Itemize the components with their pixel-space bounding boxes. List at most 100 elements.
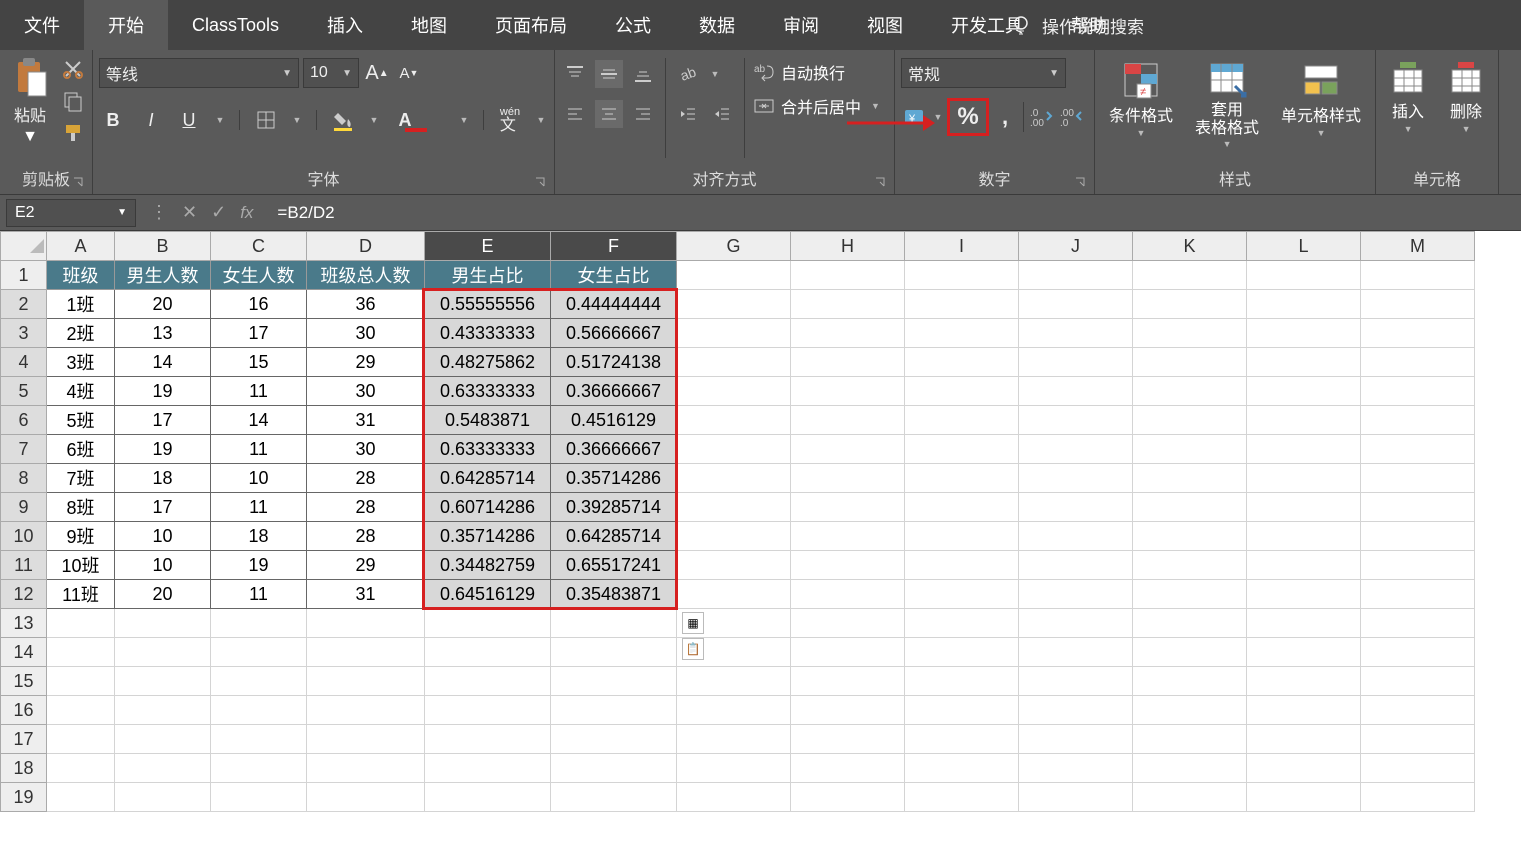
cell[interactable]: 13: [115, 319, 211, 348]
cell[interactable]: [677, 667, 791, 696]
cell[interactable]: [1019, 493, 1133, 522]
cell[interactable]: [211, 667, 307, 696]
cell[interactable]: [1247, 522, 1361, 551]
cell[interactable]: [1019, 609, 1133, 638]
formula-input[interactable]: =B2/D2: [267, 203, 1521, 223]
cell[interactable]: 17: [115, 406, 211, 435]
cell[interactable]: [791, 348, 905, 377]
cell[interactable]: 11: [211, 580, 307, 609]
cell[interactable]: 班级总人数: [307, 261, 425, 290]
cell[interactable]: 14: [211, 406, 307, 435]
cell[interactable]: 班级: [47, 261, 115, 290]
cell[interactable]: 30: [307, 377, 425, 406]
cell[interactable]: [677, 725, 791, 754]
column-header[interactable]: F: [551, 232, 677, 261]
percent-style-button[interactable]: %: [954, 103, 982, 131]
cell[interactable]: [1247, 667, 1361, 696]
cell[interactable]: [905, 493, 1019, 522]
cell[interactable]: 0.63333333: [425, 377, 551, 406]
wrap-text-button[interactable]: ab 自动换行: [753, 60, 880, 84]
cell[interactable]: 男生占比: [425, 261, 551, 290]
cell[interactable]: 11: [211, 377, 307, 406]
cell[interactable]: [115, 667, 211, 696]
dialog-launcher-icon[interactable]: [534, 176, 546, 188]
cell[interactable]: [47, 638, 115, 667]
cell[interactable]: [905, 725, 1019, 754]
tab-审阅[interactable]: 审阅: [759, 0, 843, 50]
cell[interactable]: [905, 348, 1019, 377]
cell[interactable]: [905, 783, 1019, 812]
cell[interactable]: [115, 638, 211, 667]
cell[interactable]: 18: [211, 522, 307, 551]
cell[interactable]: 11班: [47, 580, 115, 609]
cell[interactable]: [1361, 725, 1475, 754]
cell[interactable]: [1019, 667, 1133, 696]
cell[interactable]: [551, 667, 677, 696]
italic-button[interactable]: I: [137, 106, 165, 134]
decrease-decimal-button[interactable]: .00.0: [1058, 103, 1086, 131]
cell[interactable]: [905, 377, 1019, 406]
cell[interactable]: [1133, 348, 1247, 377]
row-header[interactable]: 17: [1, 725, 47, 754]
cell[interactable]: [1361, 406, 1475, 435]
cell[interactable]: [905, 261, 1019, 290]
cell[interactable]: 2班: [47, 319, 115, 348]
row-header[interactable]: 6: [1, 406, 47, 435]
copy-button[interactable]: [60, 88, 86, 114]
cell[interactable]: 5班: [47, 406, 115, 435]
cell[interactable]: [677, 348, 791, 377]
cell[interactable]: [905, 551, 1019, 580]
tab-页面布局[interactable]: 页面布局: [471, 0, 591, 50]
cell[interactable]: [905, 754, 1019, 783]
cell[interactable]: 16: [211, 290, 307, 319]
cell[interactable]: [551, 754, 677, 783]
cell[interactable]: [1019, 290, 1133, 319]
dropdown-icon[interactable]: ▼: [457, 106, 471, 134]
cell[interactable]: [1361, 783, 1475, 812]
cell[interactable]: [1361, 580, 1475, 609]
row-header[interactable]: 5: [1, 377, 47, 406]
cell[interactable]: [47, 725, 115, 754]
cell[interactable]: [307, 696, 425, 725]
cell[interactable]: 3班: [47, 348, 115, 377]
cell[interactable]: 0.63333333: [425, 435, 551, 464]
cell[interactable]: [677, 493, 791, 522]
cell[interactable]: [307, 725, 425, 754]
tell-me-search[interactable]: 操作说明搜索: [1010, 0, 1144, 50]
cell[interactable]: [1361, 377, 1475, 406]
cell[interactable]: [1361, 667, 1475, 696]
font-size-combo[interactable]: 10▼: [303, 58, 359, 88]
align-top-button[interactable]: [561, 60, 589, 88]
cell[interactable]: [551, 638, 677, 667]
cell[interactable]: [425, 725, 551, 754]
cell[interactable]: 19: [115, 377, 211, 406]
cell[interactable]: [1019, 551, 1133, 580]
dialog-launcher-icon[interactable]: [1074, 176, 1086, 188]
column-header[interactable]: J: [1019, 232, 1133, 261]
cell[interactable]: [1247, 696, 1361, 725]
cell[interactable]: [905, 319, 1019, 348]
cell[interactable]: [307, 609, 425, 638]
cell[interactable]: [1019, 696, 1133, 725]
cell[interactable]: [905, 696, 1019, 725]
cell[interactable]: 17: [211, 319, 307, 348]
cell[interactable]: 0.35714286: [551, 464, 677, 493]
cell[interactable]: [115, 754, 211, 783]
cell[interactable]: [1247, 754, 1361, 783]
cell[interactable]: 10: [211, 464, 307, 493]
cell[interactable]: [1361, 551, 1475, 580]
cell[interactable]: [1247, 435, 1361, 464]
cell[interactable]: [791, 580, 905, 609]
cell[interactable]: [1361, 638, 1475, 667]
row-header[interactable]: 15: [1, 667, 47, 696]
cell[interactable]: [677, 783, 791, 812]
cell[interactable]: [1361, 609, 1475, 638]
format-painter-button[interactable]: [60, 120, 86, 146]
phonetic-button[interactable]: wén文: [496, 106, 524, 134]
cell[interactable]: [677, 522, 791, 551]
cell[interactable]: [905, 580, 1019, 609]
cell[interactable]: [1247, 290, 1361, 319]
cell[interactable]: 1班: [47, 290, 115, 319]
cell[interactable]: [211, 638, 307, 667]
column-header[interactable]: I: [905, 232, 1019, 261]
